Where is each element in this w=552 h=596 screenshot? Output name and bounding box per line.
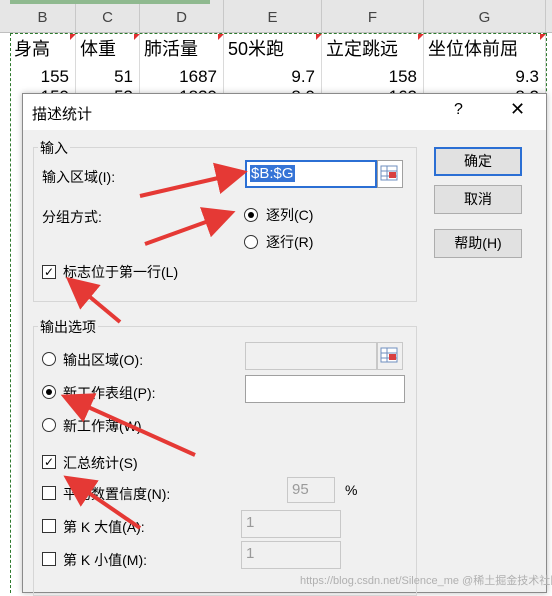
cell-header-jump[interactable]: 立定跳远 — [322, 35, 424, 64]
range-select-icon — [380, 347, 398, 363]
cell-header-lung[interactable]: 肺活量 — [140, 35, 224, 64]
by-column-label[interactable]: 逐列(C) — [266, 205, 313, 225]
kth-largest-value: 1 — [246, 514, 255, 531]
output-range-label[interactable]: 输出区域(O): — [63, 350, 143, 370]
grouping-label: 分组方式: — [42, 209, 102, 225]
percent-sign: % — [345, 482, 358, 498]
column-header-g[interactable]: G — [424, 0, 546, 32]
kth-smallest-value: 1 — [246, 545, 255, 562]
watermark: https://blog.csdn.net/Silence_me @稀土掘金技术… — [300, 575, 552, 587]
labels-first-row-label[interactable]: 标志位于第一行(L) — [63, 262, 178, 282]
labels-first-row-checkbox[interactable]: ✓ — [42, 265, 56, 279]
close-icon[interactable]: ✕ — [510, 99, 525, 120]
confidence-label[interactable]: 平均数置信度(N): — [63, 484, 170, 504]
descriptive-statistics-dialog: 描述统计 ? ✕ 输入 输入区域(I): $B:$G 分组方式: 逐列(C) 逐… — [22, 93, 547, 596]
column-header-e[interactable]: E — [224, 0, 322, 32]
input-range-label: 输入区域(I): — [42, 169, 116, 185]
cancel-button[interactable]: 取消 — [434, 185, 522, 214]
input-range-field[interactable]: $B:$G — [245, 160, 377, 188]
output-range-picker-button[interactable] — [377, 342, 403, 370]
copy-marquee-left — [10, 33, 11, 593]
new-workbook-label[interactable]: 新工作薄(W) — [63, 416, 142, 436]
confidence-value: 95 — [292, 481, 309, 498]
dialog-title: 描述统计 — [32, 106, 93, 123]
dialog-titlebar[interactable]: 描述统计 ? ✕ — [23, 94, 546, 130]
comment-marker — [418, 34, 424, 40]
kth-largest-label[interactable]: 第 K 大值(A): — [63, 517, 145, 537]
range-select-icon — [380, 165, 398, 181]
cell-header-sitreach[interactable]: 坐位体前屈 — [424, 35, 546, 64]
help-icon[interactable]: ? — [454, 101, 463, 119]
comment-marker — [316, 34, 322, 40]
comment-marker — [70, 34, 76, 40]
output-range-radio[interactable] — [42, 352, 56, 366]
summary-stats-label[interactable]: 汇总统计(S) — [63, 453, 138, 473]
output-range-field[interactable] — [245, 342, 377, 370]
cell-header-height[interactable]: 身高 — [10, 35, 76, 64]
cell-header-50m[interactable]: 50米跑 — [224, 35, 322, 64]
help-button[interactable]: 帮助(H) — [434, 229, 522, 258]
selection-indicator — [10, 0, 210, 4]
summary-stats-checkbox[interactable]: ✓ — [42, 455, 56, 469]
input-group-label: 输入 — [38, 138, 70, 158]
input-range-value: $B:$G — [250, 165, 295, 182]
confidence-field[interactable]: 95 — [287, 477, 335, 503]
range-picker-button[interactable] — [377, 160, 403, 188]
ok-button[interactable]: 确定 — [434, 147, 522, 176]
column-header-d[interactable]: D — [140, 0, 224, 32]
kth-smallest-label[interactable]: 第 K 小值(M): — [63, 550, 147, 570]
column-header-f[interactable]: F — [322, 0, 424, 32]
comment-marker — [134, 34, 140, 40]
kth-smallest-checkbox[interactable] — [42, 552, 56, 566]
cell-header-weight[interactable]: 体重 — [76, 35, 140, 64]
kth-largest-field[interactable]: 1 — [241, 510, 341, 538]
kth-smallest-field[interactable]: 1 — [241, 541, 341, 569]
by-row-label[interactable]: 逐行(R) — [266, 232, 313, 252]
kth-largest-checkbox[interactable] — [42, 519, 56, 533]
by-column-radio[interactable] — [244, 208, 258, 222]
column-header-b[interactable]: B — [10, 0, 76, 32]
new-worksheet-field[interactable] — [245, 375, 405, 403]
copy-marquee-top — [10, 33, 546, 34]
comment-marker — [218, 34, 224, 40]
new-worksheet-radio[interactable] — [42, 385, 56, 399]
new-worksheet-label[interactable]: 新工作表组(P): — [63, 383, 156, 403]
confidence-checkbox[interactable] — [42, 486, 56, 500]
output-group-label: 输出选项 — [38, 317, 98, 337]
column-header-c[interactable]: C — [76, 0, 140, 32]
by-row-radio[interactable] — [244, 235, 258, 249]
column-header-bar: B C D E F G — [0, 0, 552, 33]
new-workbook-radio[interactable] — [42, 418, 56, 432]
